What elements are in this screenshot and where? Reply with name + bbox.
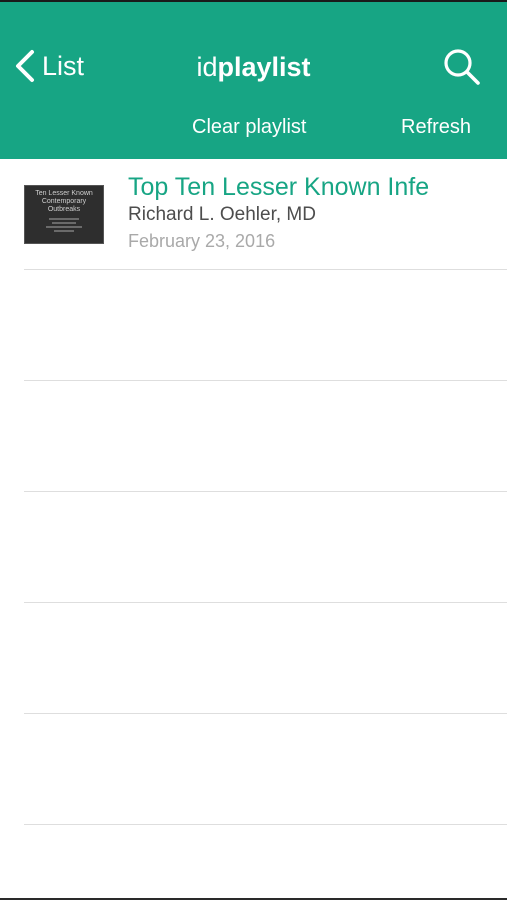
- search-button[interactable]: [442, 47, 482, 87]
- thumbnail-detail-text: [49, 218, 79, 220]
- thumbnail-detail-text: [52, 222, 76, 224]
- app-title: idplaylist: [0, 47, 507, 87]
- refresh-button[interactable]: Refresh: [401, 110, 471, 144]
- video-thumbnail: Ten Lesser Known Contemporary Outbreaks: [24, 185, 104, 244]
- empty-row: [0, 381, 507, 492]
- app-title-prefix: id: [196, 52, 218, 82]
- empty-row: [0, 714, 507, 825]
- playlist-list: Ten Lesser Known Contemporary Outbreaks …: [0, 159, 507, 825]
- thumbnail-detail-text: [54, 230, 74, 232]
- thumbnail-line: Contemporary: [41, 198, 87, 205]
- thumbnail-slide: Ten Lesser Known Contemporary Outbreaks: [24, 185, 104, 232]
- item-date: February 23, 2016: [128, 231, 276, 251]
- clear-playlist-button[interactable]: Clear playlist: [192, 110, 306, 144]
- nav-bar: List idplaylist Clear playlist Refresh: [0, 2, 507, 159]
- thumbnail-line: Ten Lesser Known: [35, 190, 93, 197]
- empty-row: [0, 603, 507, 714]
- search-icon: [444, 49, 480, 85]
- thumbnail-line: Outbreaks: [47, 206, 81, 213]
- app-screen: List idplaylist Clear playlist Refresh T…: [0, 0, 507, 900]
- row-divider: [24, 824, 507, 825]
- item-title[interactable]: Top Ten Lesser Known Infe: [128, 171, 507, 203]
- app-title-main: playlist: [217, 52, 311, 82]
- empty-row: [0, 492, 507, 603]
- empty-row: [0, 270, 507, 381]
- item-author: Richard L. Oehler, MD: [128, 204, 316, 225]
- playlist-item[interactable]: Ten Lesser Known Contemporary Outbreaks …: [0, 159, 507, 270]
- thumbnail-detail-text: [46, 226, 82, 228]
